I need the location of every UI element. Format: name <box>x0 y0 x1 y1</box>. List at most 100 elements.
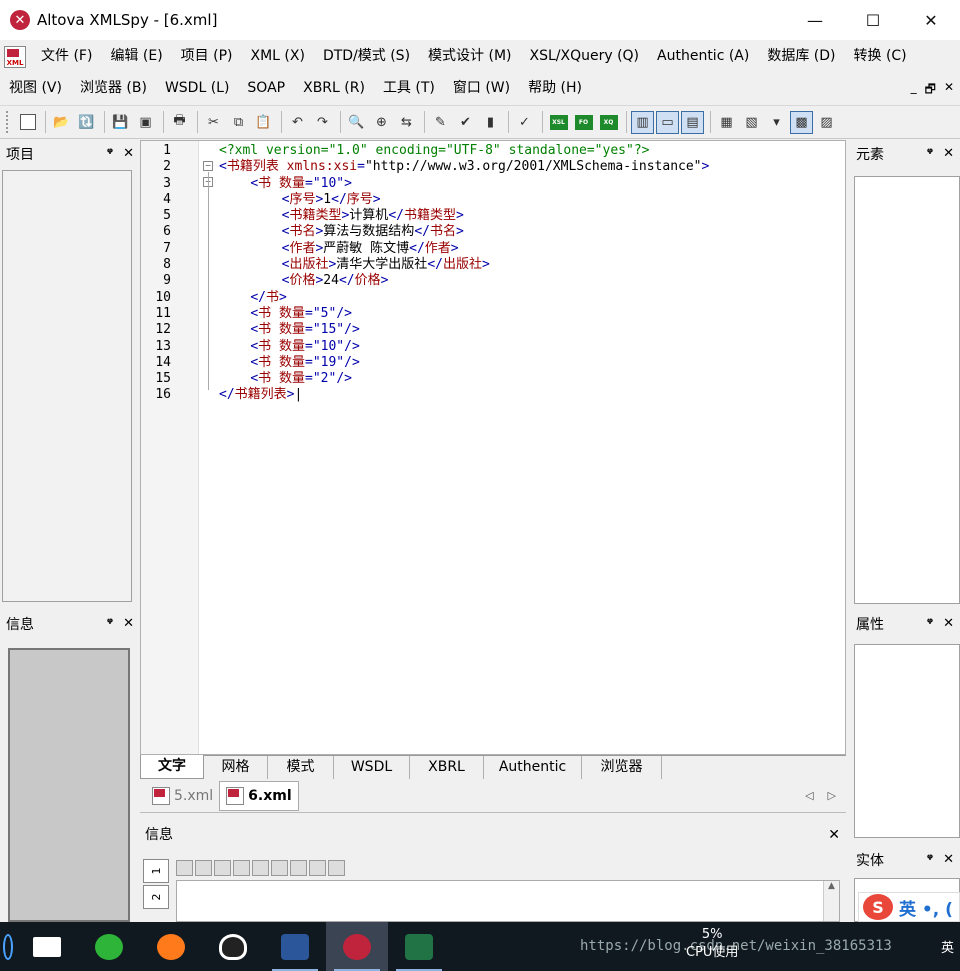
pin-icon[interactable]: ᵠ <box>927 616 933 631</box>
save-icon[interactable]: 💾 <box>109 111 132 134</box>
code-line[interactable]: <书籍列表 xmlns:xsi="http://www.w3.org/2001/… <box>219 159 709 175</box>
code-line[interactable]: <书籍类型>计算机</书籍类型> <box>219 208 709 224</box>
validate-icon[interactable]: ✔ <box>454 111 477 134</box>
find-icon[interactable]: 🔍 <box>345 111 368 134</box>
elements-list[interactable] <box>854 176 960 604</box>
xml-document-icon[interactable]: XML <box>4 45 26 68</box>
menu-browser[interactable]: 浏览器 (B) <box>71 72 156 105</box>
code-line[interactable]: <书 数量="10"> <box>219 176 709 192</box>
minimize-button[interactable]: — <box>786 0 844 40</box>
tab-authentic-view[interactable]: Authentic <box>484 756 582 780</box>
database-window-toggle-icon[interactable]: ▤ <box>681 110 704 134</box>
menu-tools[interactable]: 工具 (T) <box>374 72 444 105</box>
code-line[interactable]: </书籍列表>| <box>219 387 709 403</box>
code-line[interactable]: <作者>严蔚敏 陈文博</作者> <box>219 241 709 257</box>
mail-app-icon[interactable] <box>16 922 78 971</box>
menu-window[interactable]: 窗口 (W) <box>444 72 519 105</box>
mdi-minimize-button[interactable]: _ <box>911 80 917 101</box>
code-content[interactable]: <?xml version="1.0" encoding="UTF-8" sta… <box>219 143 709 404</box>
tab-browser-view[interactable]: 浏览器 <box>582 756 662 780</box>
code-line[interactable]: <书 数量="10"/> <box>219 339 709 355</box>
open-folder-icon[interactable]: 📂 <box>50 111 73 134</box>
tab-xbrl-view[interactable]: XBRL <box>410 756 484 780</box>
find-next-icon[interactable]: ⊕ <box>370 111 393 134</box>
close-button[interactable]: ✕ <box>902 0 960 40</box>
mdi-restore-button[interactable]: 🗗 <box>925 80 936 101</box>
pin-icon[interactable]: ᵠ <box>927 146 933 161</box>
xsl-transform-icon[interactable]: XSL <box>547 111 570 134</box>
xml-text-editor[interactable]: 1 2 3 4 5 6 7 8 9 10 11 12 13 14 15 16 −… <box>140 140 846 755</box>
wechat-app-icon[interactable] <box>78 922 140 971</box>
code-line[interactable]: <序号>1</序号> <box>219 192 709 208</box>
pin-icon[interactable]: ᵠ <box>107 616 113 631</box>
copy-errors-icon[interactable] <box>252 860 269 876</box>
code-line[interactable]: <书 数量="5"/> <box>219 306 709 322</box>
prev-tab-icon[interactable]: ◁ <box>805 789 813 802</box>
close-icon[interactable]: ✕ <box>123 616 134 631</box>
collapse-icon[interactable] <box>176 860 193 876</box>
dtd-icon[interactable]: ▦ <box>715 111 738 134</box>
menu-help[interactable]: 帮助 (H) <box>519 72 591 105</box>
attributes-list[interactable] <box>854 644 960 838</box>
code-line[interactable]: </书> <box>219 290 709 306</box>
messages-scrollbar[interactable]: ▲ <box>823 881 839 921</box>
replace-icon[interactable]: ⇆ <box>395 111 418 134</box>
xmlspy-taskbar-icon[interactable] <box>326 922 388 971</box>
assign-schema-icon[interactable]: ▮ <box>479 111 502 134</box>
code-line[interactable]: <?xml version="1.0" encoding="UTF-8" sta… <box>219 143 709 159</box>
code-line[interactable]: <价格>24</价格> <box>219 273 709 289</box>
expand-icon[interactable] <box>195 860 212 876</box>
code-line[interactable]: <出版社>清华大学出版社</出版社> <box>219 257 709 273</box>
toolbar-grip[interactable] <box>6 111 10 133</box>
close-icon[interactable]: ✕ <box>828 822 840 848</box>
undo-icon[interactable]: ↶ <box>286 111 309 134</box>
menu-soap[interactable]: SOAP <box>238 72 294 105</box>
code-line[interactable]: <书 数量="19"/> <box>219 355 709 371</box>
menu-file[interactable]: 文件 (F) <box>32 40 101 73</box>
doc-tab-5xml[interactable]: 5.xml <box>146 781 219 811</box>
qq-app-icon[interactable] <box>202 922 264 971</box>
doc-tab-6xml[interactable]: 6.xml <box>219 780 299 811</box>
spellcheck-icon[interactable]: ✓ <box>513 111 536 134</box>
toolbar-overflow-icon[interactable]: ▾ <box>765 111 788 134</box>
code-line[interactable]: <书名>算法与数据结构</书名> <box>219 224 709 240</box>
tab-schema-view[interactable]: 模式 <box>268 756 334 780</box>
mdi-close-button[interactable]: ✕ <box>944 80 954 101</box>
excel-app-icon[interactable] <box>388 922 450 971</box>
copy-all-icon[interactable] <box>233 860 250 876</box>
print-icon[interactable]: 🖶 <box>168 111 191 134</box>
tab-wsdl-view[interactable]: WSDL <box>334 756 410 780</box>
wsdl-soap-icon[interactable]: ▩ <box>790 110 813 134</box>
find-prev-message-icon[interactable] <box>309 860 326 876</box>
menu-wsdl[interactable]: WSDL (L) <box>156 72 238 105</box>
file-icon[interactable]: ▧ <box>740 111 763 134</box>
check-wellformed-icon[interactable]: ✎ <box>429 111 452 134</box>
close-icon[interactable]: ✕ <box>943 852 954 867</box>
code-line[interactable]: <书 数量="2"/> <box>219 371 709 387</box>
message-tab-2[interactable]: 2 <box>143 885 169 909</box>
message-tab-1[interactable]: 1 <box>143 859 169 883</box>
menu-xml[interactable]: XML (X) <box>242 40 314 73</box>
close-icon[interactable]: ✕ <box>123 146 134 161</box>
cut-icon[interactable]: ✂ <box>202 111 225 134</box>
reload-icon[interactable]: 🔃 <box>75 111 98 134</box>
menu-schema-design[interactable]: 模式设计 (M) <box>419 40 520 73</box>
xquery-icon[interactable]: XQ <box>597 111 620 134</box>
next-tab-icon[interactable]: ▷ <box>828 789 836 802</box>
close-icon[interactable]: ✕ <box>943 616 954 631</box>
menu-edit[interactable]: 编辑 (E) <box>101 40 171 73</box>
firefox-app-icon[interactable] <box>140 922 202 971</box>
word-app-icon[interactable] <box>264 922 326 971</box>
menu-xsl-xquery[interactable]: XSL/XQuery (Q) <box>520 40 648 73</box>
clear-messages-icon[interactable] <box>328 860 345 876</box>
tab-grid-view[interactable]: 网格 <box>204 756 268 780</box>
menu-convert[interactable]: 转换 (C) <box>845 40 916 73</box>
menu-database[interactable]: 数据库 (D) <box>758 40 844 73</box>
menu-authentic[interactable]: Authentic (A) <box>648 40 758 73</box>
messages-area[interactable]: ▲ <box>176 880 840 922</box>
copy-icon[interactable]: ⧉ <box>227 111 250 134</box>
menu-view[interactable]: 视图 (V) <box>0 72 71 105</box>
new-file-icon[interactable] <box>16 111 39 134</box>
find-message-icon[interactable] <box>271 860 288 876</box>
pin-icon[interactable]: ᵠ <box>107 146 113 161</box>
